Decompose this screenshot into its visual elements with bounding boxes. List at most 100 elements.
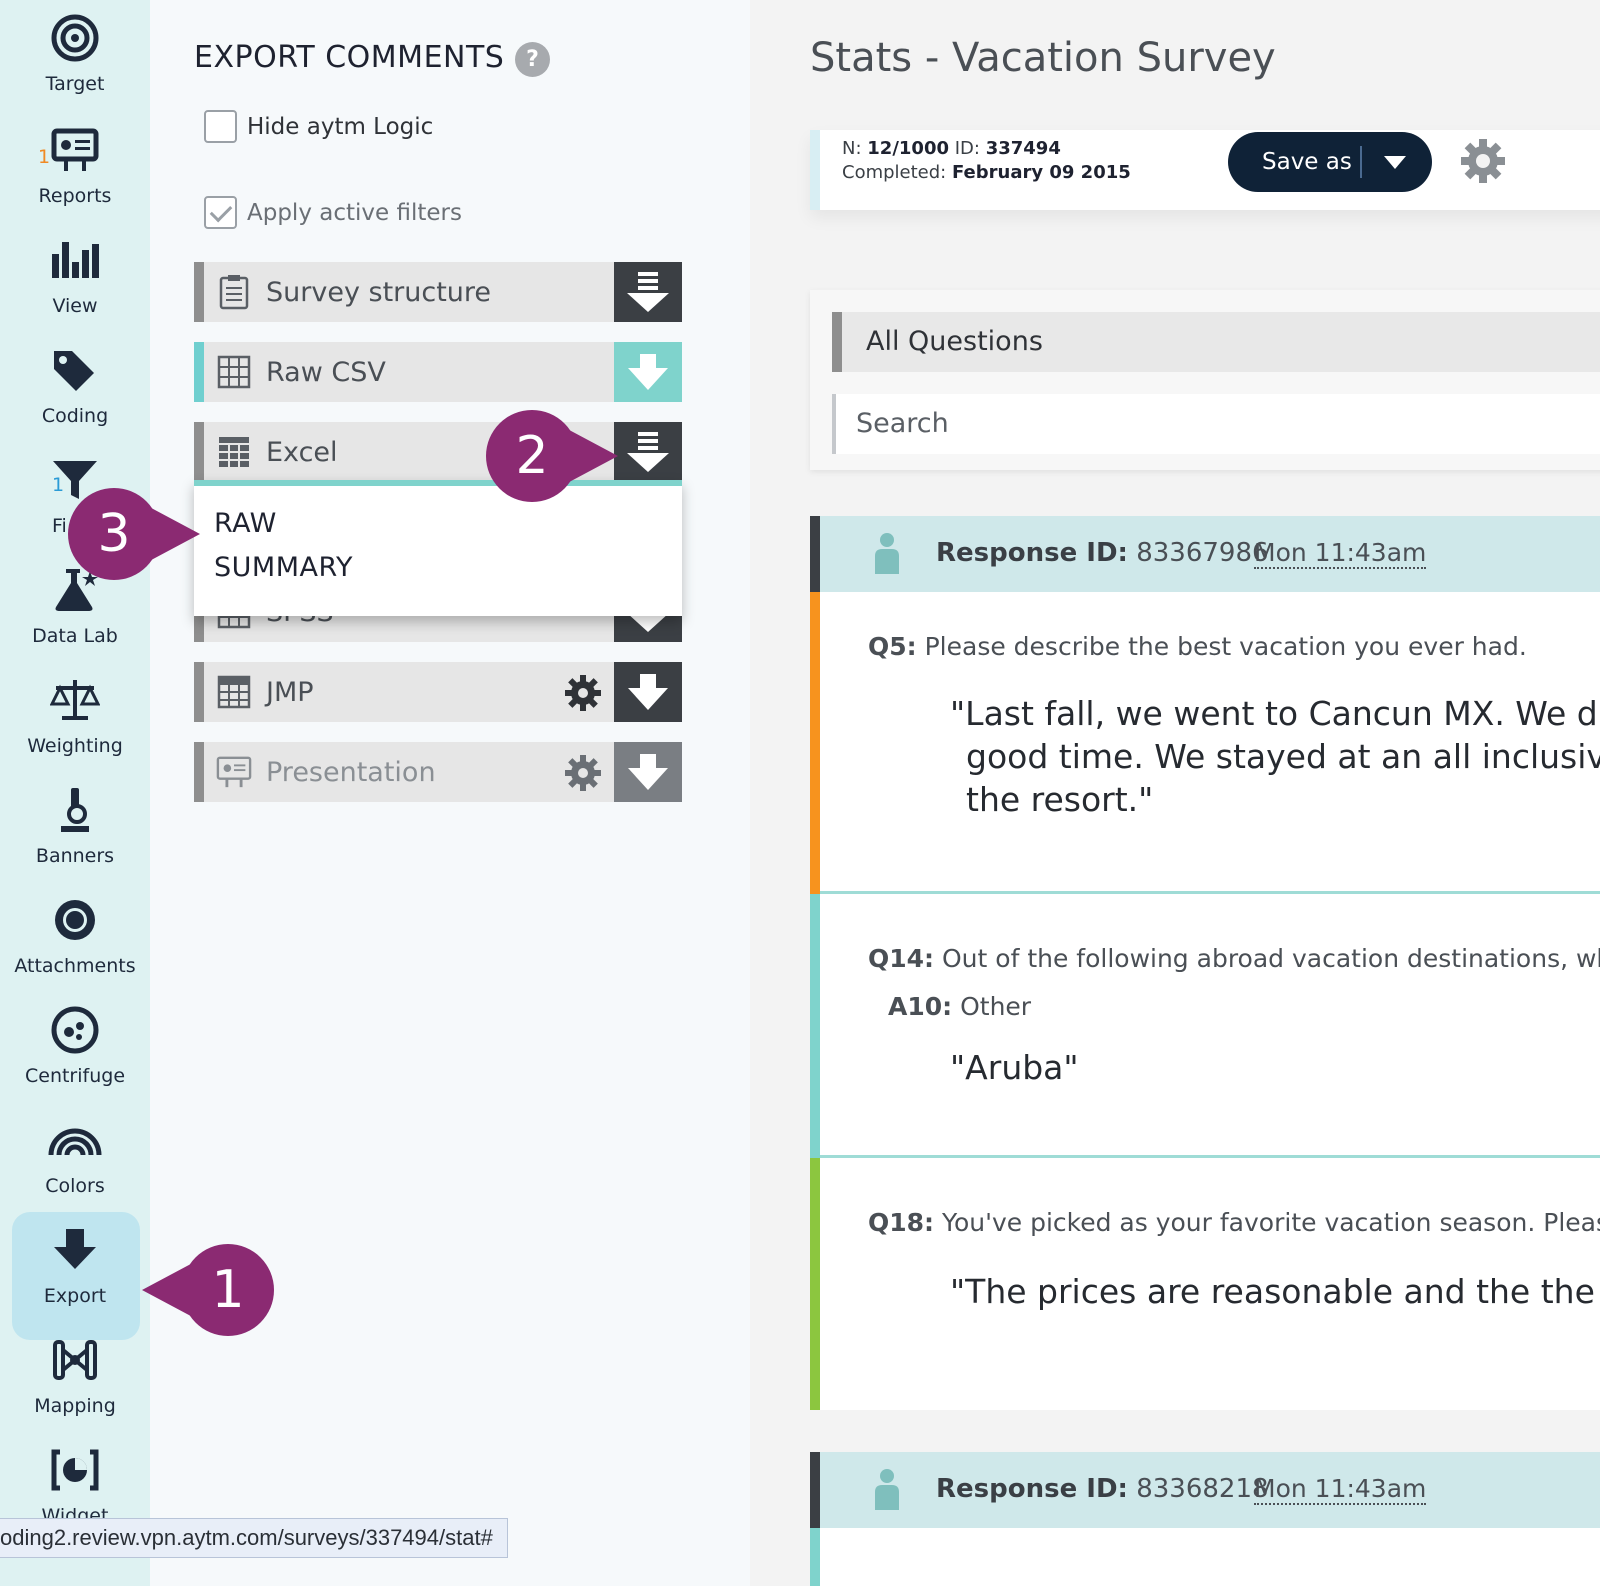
n-value: 12/1000 (867, 138, 949, 159)
apply-filters-checkbox-row[interactable]: Apply active filters (204, 196, 462, 229)
export-row-survey-structure[interactable]: Survey structure (194, 262, 682, 322)
export-row-raw-csv[interactable]: Raw CSV (194, 342, 682, 402)
question-text: Q14: Out of the following abroad vacatio… (868, 944, 1600, 973)
apply-filters-checkbox[interactable] (204, 196, 237, 229)
response-id-label: Response ID: (936, 538, 1128, 568)
question-body: You've picked as your favorite vacation … (942, 1208, 1600, 1237)
question-card: Q18: You've picked as your favorite vaca… (810, 1158, 1600, 1410)
main-content: Stats - Vacation Survey N: 12/1000 ID: 3… (750, 0, 1600, 1586)
answer-quote: "Last fall, we went to Cancun MX. We di … (950, 692, 1600, 821)
nav-item-coding[interactable]: Coding (0, 332, 150, 442)
hide-logic-checkbox-row[interactable]: Hide aytm Logic (204, 110, 433, 143)
download-button-raw-csv[interactable] (614, 342, 682, 402)
download-icon (47, 1222, 103, 1278)
callout-pointer (140, 502, 200, 566)
nav-item-attachments[interactable]: Attachments (0, 882, 150, 992)
meta-line-completed: Completed: February 09 2015 (842, 162, 1131, 183)
microscope-icon (47, 782, 103, 838)
presentation-icon (47, 122, 103, 178)
export-row-presentation[interactable]: Presentation (194, 742, 682, 802)
reports-badge: 1 (38, 146, 51, 168)
question-text: Q5: Please describe the best vacation yo… (868, 632, 1527, 661)
nav-label-coding: Coding (41, 405, 109, 427)
nav-item-weighting[interactable]: Weighting (0, 662, 150, 772)
nav-label-attachments: Attachments (14, 955, 136, 977)
nav-item-colors[interactable]: Colors (0, 1102, 150, 1212)
id-value: 337494 (985, 138, 1061, 159)
save-as-separator (1360, 146, 1362, 178)
nav-item-banners[interactable]: Banners (0, 772, 150, 882)
callout-number: 2 (515, 426, 549, 486)
person-icon (872, 532, 902, 578)
rainbow-icon (47, 1112, 103, 1168)
nav-label-target: Target (45, 73, 105, 95)
question-card: Q5: Please describe the best vacation yo… (810, 592, 1600, 894)
response-time[interactable]: Mon 11:43am (1254, 538, 1427, 569)
question-number: Q18: (868, 1208, 935, 1237)
sun-icon (47, 892, 103, 948)
nav-label-data-lab: Data Lab (32, 625, 118, 647)
save-as-button[interactable]: Save as (1228, 132, 1432, 192)
nav-item-view[interactable]: View (0, 222, 150, 332)
answer-quote-line: "Aruba" (950, 1048, 1079, 1087)
id-label: ID: (954, 138, 980, 159)
grid-icon (216, 354, 252, 390)
answer-quote-line: "The prices are reasonable and the the v (950, 1272, 1600, 1311)
download-button-excel[interactable] (614, 422, 682, 482)
nav-item-centrifuge[interactable]: Centrifuge (0, 992, 150, 1102)
nav-item-target[interactable]: Target (0, 0, 150, 110)
response-header: Response ID: 83368218 Mon 11:43am (810, 1452, 1600, 1528)
chevron-down-icon[interactable] (1384, 156, 1406, 169)
gear-icon[interactable] (1460, 138, 1506, 184)
download-button-survey-structure[interactable] (614, 262, 682, 322)
question-filter: All Questions Search (810, 290, 1600, 470)
answer-quote: "Aruba" (950, 1046, 1079, 1089)
presentation-icon (216, 754, 252, 790)
callout-number: 3 (97, 504, 131, 564)
bar-chart-icon (47, 232, 103, 288)
hide-logic-checkbox[interactable] (204, 110, 237, 143)
widget-icon (47, 1442, 103, 1498)
nav-item-export[interactable]: Export (0, 1212, 150, 1340)
nav-item-reports[interactable]: 1 Reports (0, 112, 150, 222)
nav-label-view: View (52, 295, 98, 317)
question-color-bar (810, 592, 820, 894)
question-number: Q5: (868, 632, 917, 661)
spreadsheet-icon (216, 434, 252, 470)
download-button-jmp[interactable] (614, 662, 682, 722)
all-questions-select[interactable]: All Questions (832, 312, 1600, 372)
status-bar-url: oding2.review.vpn.aytm.com/surveys/33749… (0, 1518, 508, 1558)
gear-icon[interactable] (564, 754, 602, 792)
clipboard-icon (216, 274, 252, 310)
answer-quote: "The prices are reasonable and the the v (950, 1270, 1600, 1313)
nav-label-banners: Banners (35, 845, 115, 867)
search-input[interactable]: Search (832, 394, 1600, 454)
question-text: Q18: You've picked as your favorite vaca… (868, 1208, 1600, 1237)
question-body: Please describe the best vacation you ev… (924, 632, 1527, 661)
answer-option: A10: Other (888, 992, 1031, 1021)
target-icon (47, 10, 103, 66)
gear-icon[interactable] (564, 674, 602, 712)
person-icon (872, 1468, 902, 1514)
nav-label-filter: Fi (52, 515, 67, 537)
filter-badge: 1 (52, 474, 65, 496)
dropdown-option-summary[interactable]: SUMMARY (214, 552, 353, 583)
panel-title: EXPORT COMMENTS (194, 40, 505, 75)
response-time[interactable]: Mon 11:43am (1254, 1474, 1427, 1505)
completed-value: February 09 2015 (951, 162, 1131, 183)
dropdown-option-raw[interactable]: RAW (214, 508, 277, 539)
answer-quote-line: the resort." (966, 780, 1154, 819)
tags-icon (47, 342, 103, 398)
nav-label-reports: Reports (38, 185, 112, 207)
sidebar-nav: Target 1 Reports View Coding 1 Fi Data L… (0, 0, 150, 1586)
help-icon[interactable]: ? (515, 42, 550, 77)
export-row-jmp[interactable]: JMP (194, 662, 682, 722)
n-label: N: (842, 138, 862, 159)
apply-filters-label: Apply active filters (247, 199, 462, 226)
excel-format-dropdown: RAW SUMMARY (194, 480, 682, 616)
nav-label-mapping: Mapping (34, 1395, 116, 1417)
nav-label-weighting: Weighting (27, 735, 123, 757)
nav-item-mapping[interactable]: Mapping (0, 1322, 150, 1432)
download-button-presentation[interactable] (614, 742, 682, 802)
response-id-label: Response ID: (936, 1474, 1128, 1504)
